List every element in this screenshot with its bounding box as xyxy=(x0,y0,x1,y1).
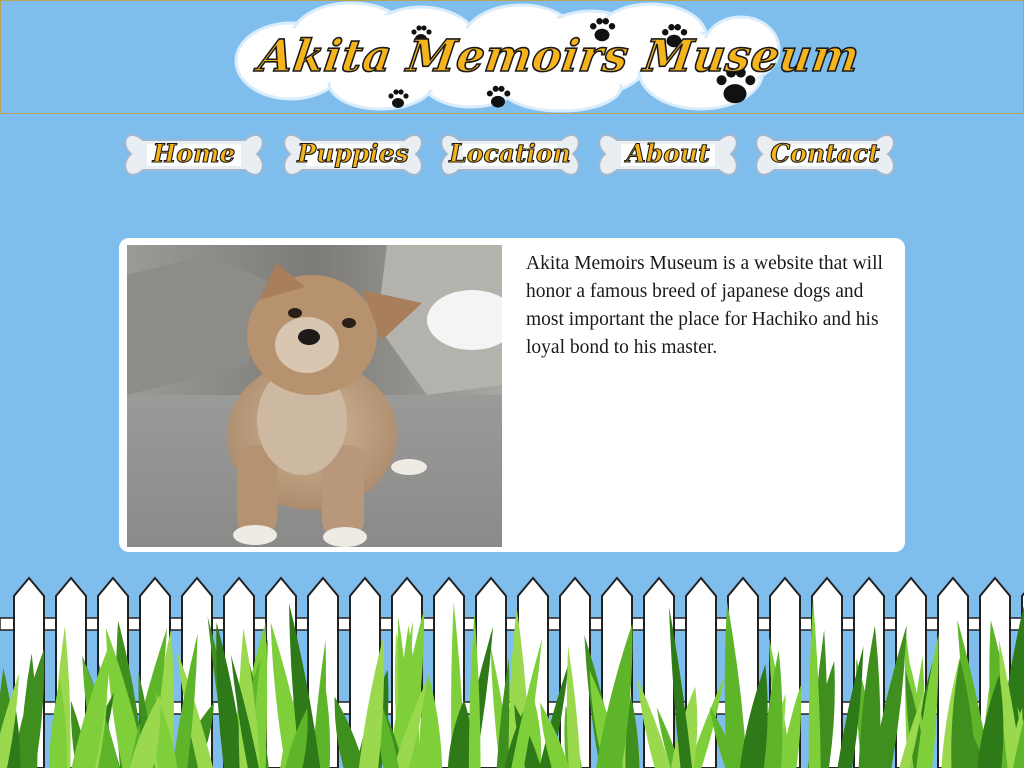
page: Akita Memoirs Museum Home Puppies Location… xyxy=(0,0,1024,768)
nav-item-location[interactable]: Location xyxy=(437,122,583,188)
site-title: Akita Memoirs Museum xyxy=(255,30,864,83)
nav-label: Home xyxy=(152,138,236,168)
content-card: Akita Memoirs Museum is a website that w… xyxy=(119,238,905,552)
nav-item-contact[interactable]: Contact xyxy=(752,122,898,188)
akita-puppy-photo xyxy=(127,245,502,547)
nav-item-home[interactable]: Home xyxy=(121,122,267,188)
paw-print-icon xyxy=(388,89,409,108)
nav-label: Puppies xyxy=(297,138,410,168)
nav-label: Contact xyxy=(770,138,880,168)
nav-label: Location xyxy=(449,138,572,168)
main-nav: Home Puppies Location About Contact xyxy=(0,122,1024,192)
nav-item-puppies[interactable]: Puppies xyxy=(280,122,426,188)
intro-text: Akita Memoirs Museum is a website that w… xyxy=(526,253,883,358)
header-banner: Akita Memoirs Museum xyxy=(0,0,1024,114)
nav-label: About xyxy=(626,138,710,168)
nav-item-about[interactable]: About xyxy=(595,122,741,188)
picket-fence-grass xyxy=(0,576,1024,768)
paw-print-icon xyxy=(486,85,511,108)
